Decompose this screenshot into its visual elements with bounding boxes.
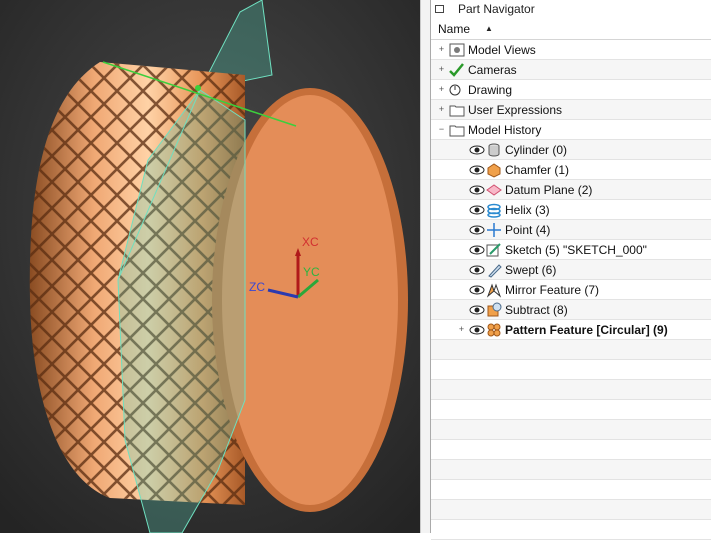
eye-icon[interactable]: [469, 222, 485, 238]
cylinder-icon: [486, 142, 502, 158]
feature-label: Sketch (5) "SKETCH_000": [505, 243, 647, 257]
tree-group-0[interactable]: + Model Views: [431, 40, 711, 60]
folder-icon: [449, 102, 465, 118]
empty-row: [431, 480, 711, 500]
empty-row: [431, 400, 711, 420]
eye-icon[interactable]: [469, 242, 485, 258]
pattern-icon: [486, 322, 502, 338]
eye-icon[interactable]: [469, 262, 485, 278]
eye-icon[interactable]: [469, 142, 485, 158]
model-views-icon: [449, 42, 465, 58]
feature-row[interactable]: + Pattern Feature [Circular] (9): [431, 320, 711, 340]
feature-label: Point (4): [505, 223, 551, 237]
feature-row[interactable]: Cylinder (0): [431, 140, 711, 160]
eye-icon[interactable]: [469, 162, 485, 178]
feature-row[interactable]: Point (4): [431, 220, 711, 240]
camera-icon: [449, 62, 465, 78]
feature-row[interactable]: Mirror Feature (7): [431, 280, 711, 300]
feature-label: Cylinder (0): [505, 143, 568, 157]
expand-icon[interactable]: +: [457, 325, 466, 334]
feature-label: Subtract (8): [505, 303, 568, 317]
tree-group-label: Model History: [468, 123, 542, 137]
graphics-window[interactable]: XC YC ZC: [0, 0, 420, 533]
tree-group-label: User Expressions: [468, 103, 563, 117]
feature-label: Helix (3): [505, 203, 550, 217]
helix-point: [195, 85, 201, 91]
column-header-label: Name: [438, 21, 471, 36]
cylinder-end-face[interactable]: [222, 95, 398, 505]
axis-label-xc: XC: [302, 235, 319, 249]
helix-icon: [486, 202, 502, 218]
feature-row[interactable]: Subtract (8): [431, 300, 711, 320]
expand-icon[interactable]: +: [437, 65, 446, 74]
feature-row[interactable]: Helix (3): [431, 200, 711, 220]
axis-label-zc: ZC: [249, 280, 265, 294]
feature-label: Datum Plane (2): [505, 183, 593, 197]
swept-icon: [486, 262, 502, 278]
empty-row: [431, 420, 711, 440]
tree-group-label: Model Views: [468, 43, 536, 57]
feature-row[interactable]: Sketch (5) "SKETCH_000": [431, 240, 711, 260]
feature-label: Swept (6): [505, 263, 557, 277]
eye-icon[interactable]: [469, 282, 485, 298]
sort-ascending-icon[interactable]: ▲: [485, 24, 493, 33]
tree-group-label: Drawing: [468, 83, 513, 97]
feature-label: Pattern Feature [Circular] (9): [505, 323, 668, 337]
feature-label: Mirror Feature (7): [505, 283, 600, 297]
expand-icon[interactable]: +: [437, 85, 446, 94]
expand-icon[interactable]: +: [437, 105, 446, 114]
folder-icon: [449, 122, 465, 138]
navigator-title: Part Navigator: [458, 2, 535, 16]
tree-group-3[interactable]: + User Expressions: [431, 100, 711, 120]
tree-group-2[interactable]: + Drawing: [431, 80, 711, 100]
eye-icon[interactable]: [469, 322, 485, 338]
datum-plane-icon: [486, 182, 502, 198]
empty-row: [431, 340, 711, 360]
navigator-titlebar: Part Navigator: [431, 0, 711, 18]
expand-icon[interactable]: +: [437, 45, 446, 54]
empty-row: [431, 460, 711, 480]
eye-icon[interactable]: [469, 302, 485, 318]
eye-icon[interactable]: [469, 202, 485, 218]
collapse-icon[interactable]: −: [437, 125, 446, 134]
3d-model-view[interactable]: XC YC ZC: [0, 0, 420, 533]
empty-row: [431, 520, 711, 540]
empty-row: [431, 440, 711, 460]
tree-group-label: Cameras: [468, 63, 517, 77]
chamfer-icon: [486, 162, 502, 178]
empty-row: [431, 360, 711, 380]
mirror-icon: [486, 282, 502, 298]
tree-group-4[interactable]: − Model History: [431, 120, 711, 140]
column-header-name[interactable]: Name ▲: [431, 18, 711, 40]
drawing-icon: [449, 82, 465, 98]
tree-group-1[interactable]: + Cameras: [431, 60, 711, 80]
axis-label-yc: YC: [303, 265, 320, 279]
feature-row[interactable]: Swept (6): [431, 260, 711, 280]
feature-label: Chamfer (1): [505, 163, 570, 177]
point-icon: [486, 222, 502, 238]
part-navigator: Part Navigator Name ▲ + Model Views + Camer…: [430, 0, 711, 540]
eye-icon[interactable]: [469, 182, 485, 198]
subtract-icon: [486, 302, 502, 318]
feature-row[interactable]: Chamfer (1): [431, 160, 711, 180]
empty-row: [431, 500, 711, 520]
sketch-icon: [486, 242, 502, 258]
empty-row: [431, 380, 711, 400]
feature-row[interactable]: Datum Plane (2): [431, 180, 711, 200]
window-icon[interactable]: [435, 5, 444, 13]
